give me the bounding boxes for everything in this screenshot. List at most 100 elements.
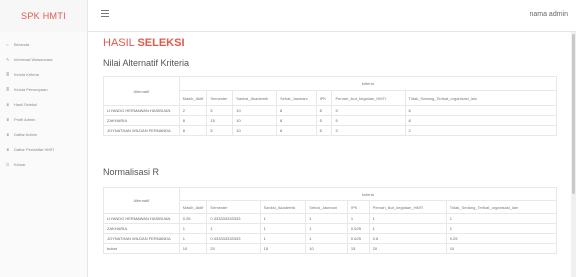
- table-cell: 1: [178, 233, 208, 244]
- column-header: IPK: [315, 90, 333, 106]
- column-header: Tidak_Sedang_Terikat_organisasi_lain: [404, 90, 558, 106]
- table-cell: 1: [346, 213, 370, 224]
- table-cell: 10: [232, 125, 277, 136]
- home-icon: ⌂: [6, 42, 9, 47]
- sidebar-item-daftar-pendaftar[interactable]: ♛ Daftar Pendaftar HMTI: [6, 147, 54, 152]
- cell-alternatif: ZAKHARIA: [103, 115, 180, 126]
- cell-alternatif: bobot: [103, 243, 180, 254]
- sidebar-item-label: Hasil Seleksi: [14, 102, 37, 107]
- column-header: Sehat_Jasmani: [275, 90, 317, 106]
- table-cell: 10: [445, 243, 558, 254]
- table-cell: 1: [178, 223, 208, 234]
- table-cell: 1: [259, 233, 307, 244]
- top-bar: SPK HMTI nama admin: [0, 0, 576, 32]
- section-title-nilai: Nilai Alternatif Kriteria: [103, 58, 190, 68]
- table-cell: 1: [305, 233, 348, 244]
- power-icon: ⏻: [6, 162, 10, 167]
- main-content: HASIL SELEKSI Nilai Alternatif Kriteria …: [89, 32, 571, 277]
- section-title-normalisasi: Normalisasi R: [103, 167, 160, 177]
- column-header: IPK: [346, 200, 370, 214]
- table-cell: 10: [232, 115, 277, 126]
- sidebar-item-profil-admin[interactable]: ♛ Profil Admin: [6, 117, 35, 122]
- table-row: JOYNATHAN WILDAN FERNANDA 8 5 10 8 5 3 2: [103, 125, 558, 136]
- sidebar-item-beranda[interactable]: ⌂ Beranda: [6, 42, 29, 47]
- table-cell: 0.333333333333: [206, 233, 261, 244]
- page-scrollbar[interactable]: [571, 32, 576, 277]
- column-header: Sanksi_Akademik: [259, 200, 307, 214]
- sidebar-item-kelola-kriteria[interactable]: ≣ Kelola Kriteria: [6, 72, 39, 77]
- table-cell: 3: [331, 125, 406, 136]
- sidebar: ⌂ Beranda ✎ Informasi Wawancara ≣ Kelola Kr…: [0, 32, 88, 277]
- table-cell: 20: [368, 243, 447, 254]
- table-cell: 1: [259, 223, 307, 234]
- trophy-icon: ♛: [6, 102, 10, 107]
- edit-icon: ✎: [6, 57, 10, 62]
- column-header: Sehat_Jasmani: [305, 200, 348, 214]
- sidebar-item-label: Kelola Persenyaan: [14, 87, 48, 92]
- table-cell: 10: [232, 105, 277, 116]
- table-cell: 8: [275, 115, 317, 126]
- table-cell: 8: [275, 125, 317, 136]
- sidebar-item-label: Informasi Wawancara: [14, 57, 53, 62]
- table-cell: 2: [404, 125, 558, 136]
- trophy-icon: ♛: [6, 147, 10, 152]
- table-row-bobot: bobot 10 20 15 10 15 20 10: [103, 243, 558, 254]
- column-header: Semester: [206, 200, 261, 214]
- table-cell: 15: [259, 243, 307, 254]
- sidebar-item-label: Beranda: [14, 42, 30, 47]
- table-cell: 5: [315, 115, 333, 126]
- table-cell: 2: [178, 105, 208, 116]
- cell-alternatif: LIYANDO HERMAWAN HASIBUAN: [103, 213, 180, 224]
- cell-alternatif: JOYNATHAN WILDAN FERNANDA: [103, 233, 180, 244]
- table-cell: 0.333333333333: [206, 213, 261, 224]
- table-cell: 1: [206, 223, 261, 234]
- column-group-header-kriteria: kriteria: [178, 187, 558, 201]
- table-cell: 5: [315, 125, 333, 136]
- table-cell: 10: [305, 243, 348, 254]
- table-row: LIYANDO HERMAWAN HASIBUAN 0.25 0.3333333…: [103, 213, 558, 224]
- table-cell: 5: [331, 105, 406, 116]
- sidebar-item-label: Keluar: [14, 162, 26, 167]
- page-title: HASIL SELEKSI: [103, 37, 185, 49]
- table-cell: 1: [368, 223, 447, 234]
- sidebar-item-hasil-seleksi[interactable]: ♛ Hasil Seleksi: [6, 102, 37, 107]
- table-cell: 1: [368, 213, 447, 224]
- cell-alternatif: JOYNATHAN WILDAN FERNANDA: [103, 125, 180, 136]
- table-cell: 0.25: [445, 233, 558, 244]
- table-cell: 5: [206, 105, 234, 116]
- table-cell: 10: [178, 243, 208, 254]
- table-cell: 15: [346, 243, 370, 254]
- table-cell: 0.625: [346, 223, 370, 234]
- table-cell: 1: [445, 213, 558, 224]
- nilai-alternatif-table: Alternatif kriteria Masih_Aktif Semester…: [103, 76, 558, 136]
- sidebar-item-label: Daftar Pendaftar HMTI: [14, 147, 55, 152]
- sidebar-item-informasi-wawancara[interactable]: ✎ Informasi Wawancara: [6, 57, 53, 62]
- user-menu[interactable]: nama admin: [529, 11, 568, 18]
- table-cell: 0.25: [178, 213, 208, 224]
- trophy-icon: ♛: [6, 117, 10, 122]
- table-cell: 1: [445, 223, 558, 234]
- sidebar-item-daftar-admin[interactable]: ♛ Daftar Admin: [6, 132, 37, 137]
- trophy-icon: ♛: [6, 132, 10, 137]
- table-cell: 0.625: [346, 233, 370, 244]
- column-header-alternatif: Alternatif: [103, 76, 180, 106]
- table-cell: 8: [404, 115, 558, 126]
- menu-toggle-icon[interactable]: [101, 10, 109, 17]
- table-cell: 5: [206, 125, 234, 136]
- scrollbar-thumb[interactable]: [572, 34, 575, 194]
- column-header: Masih_Aktif: [178, 90, 208, 106]
- table-cell: 0.6: [368, 233, 447, 244]
- table-cell: 1: [305, 223, 348, 234]
- table-cell: 8: [275, 105, 317, 116]
- table-row: JOYNATHAN WILDAN FERNANDA 1 0.3333333333…: [103, 233, 558, 244]
- column-header: Tidak_Sedang_Terikat_organisasi_lain: [445, 200, 558, 214]
- brand-logo[interactable]: SPK HMTI: [0, 0, 88, 32]
- table-cell: 1: [305, 213, 348, 224]
- column-header: Sanksi_Akademik: [232, 90, 277, 106]
- list-icon: ≣: [6, 87, 10, 92]
- sidebar-item-keluar[interactable]: ⏻ Keluar: [6, 162, 26, 167]
- sidebar-item-kelola-persenyaan[interactable]: ≣ Kelola Persenyaan: [6, 87, 48, 92]
- table-cell: 5: [331, 115, 406, 126]
- table-cell: 8: [178, 125, 208, 136]
- table-cell: 8: [315, 105, 333, 116]
